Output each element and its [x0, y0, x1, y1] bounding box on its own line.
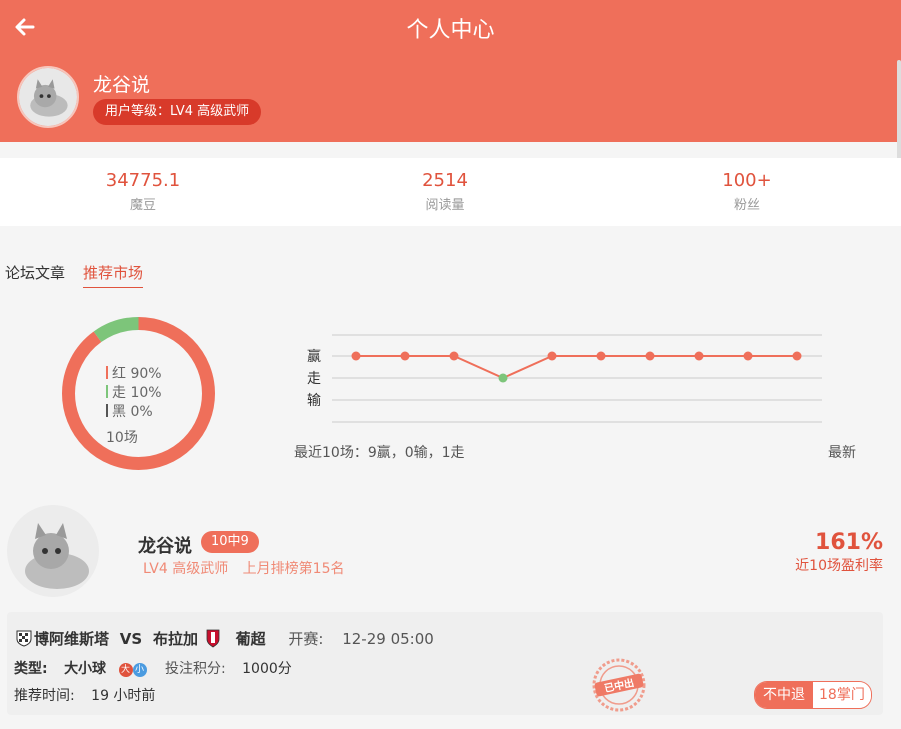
result-point [792, 351, 802, 361]
type-value: 大小球 [64, 661, 107, 677]
result-point [743, 351, 753, 361]
y-tick-label: 赢 [307, 348, 321, 365]
result-point [547, 351, 557, 361]
stats-bar: 34775.1 魔豆 2514 阅读量 100+ 粉丝 [0, 158, 901, 226]
profit-rate-label: 近10场盈利率 [795, 558, 883, 574]
tab-forum-articles[interactable]: 论坛文章 [5, 262, 65, 287]
result-point [351, 351, 361, 361]
hit-stamp-icon: 已中出 [592, 658, 646, 712]
result-point [498, 373, 508, 383]
scrollbar[interactable] [897, 60, 901, 170]
avatar[interactable] [17, 66, 79, 128]
stat-label: 阅读量 [425, 198, 465, 213]
stat-value: 2514 [422, 170, 468, 191]
vs-label: VS [119, 630, 143, 648]
expert-meta: LV4 高级武师 上月排榜第15名 [143, 558, 344, 578]
legend-item-draw: 走 10% [106, 384, 162, 403]
stat-reads[interactable]: 2514 阅读量 [345, 170, 545, 213]
under-icon: 小 [132, 663, 147, 677]
points-value: 1000分 [242, 661, 292, 677]
stat-value: 100+ [722, 170, 772, 191]
stat-label: 魔豆 [129, 198, 156, 213]
stat-value: 34775.1 [105, 170, 181, 191]
result-point [449, 351, 459, 361]
user-name: 龙谷说 [93, 74, 151, 96]
y-tick-label: 输 [307, 393, 321, 409]
match-count: 10场 [106, 430, 138, 446]
league: 葡超 [235, 630, 266, 648]
recommendation-card[interactable]: 博阿维斯塔 VS 布拉加 葡超 开赛: 12-29 05:00 类型: 大小球 … [7, 612, 883, 715]
away-team: 布拉加 [153, 630, 199, 648]
result-point [400, 351, 410, 361]
match-line: 博阿维斯塔 VS 布拉加 葡超 开赛: 12-29 05:00 [14, 628, 434, 649]
chart-newest-label: 最新 [828, 445, 856, 461]
home-team: 博阿维斯塔 [34, 630, 110, 648]
chart-summary: 最近10场：9赢，0输，1走 [294, 445, 465, 461]
legend-item-win: 红 90% [106, 365, 162, 384]
result-point [694, 351, 704, 361]
stat-modou[interactable]: 34775.1 魔豆 [43, 170, 243, 213]
stat-fans[interactable]: 100+ 粉丝 [647, 170, 847, 213]
user-level-badge: 用户等级：LV4 高级武师 [93, 99, 262, 125]
time-label: 推荐时间: [14, 688, 75, 704]
type-label: 类型: [14, 661, 48, 677]
result-line [356, 355, 797, 380]
y-tick-label: 走 [307, 371, 321, 387]
profit-rate: 161% 近10场盈利率 [795, 530, 883, 575]
points-label: 投注积分: [164, 661, 226, 677]
purchase-button[interactable]: 不中退 18掌门 [754, 681, 872, 709]
page-title: 个人中心 [406, 18, 495, 43]
over-icon: 大 [118, 663, 133, 677]
tab-recommend-market[interactable]: 推荐市场 [83, 262, 144, 288]
profile-header: 个人中心 龙谷说 用户等级：LV4 高级武师 [0, 0, 901, 142]
time-value: 19 小时前 [91, 688, 156, 704]
kickoff-label: 开赛: [288, 630, 324, 648]
expert-rank: 上月排榜第15名 [242, 561, 345, 577]
bet-info: 类型: 大小球 大小 投注积分: 1000分 [14, 658, 292, 678]
away-team-crest-icon [206, 629, 220, 648]
hit-rate-badge: 10中9 [201, 531, 259, 553]
legend-item-loss: 黑 0% [106, 403, 162, 422]
result-point [596, 351, 606, 361]
expert-name: 龙谷说 [138, 536, 192, 557]
kickoff-time: 12-29 05:00 [342, 630, 434, 648]
donut-legend: 红 90% 走 10% 黑 0% 10场 [106, 365, 162, 448]
profit-rate-value: 161% [815, 530, 883, 555]
expert-avatar[interactable] [7, 505, 99, 597]
expert-level: LV4 高级武师 [143, 561, 229, 577]
refund-label: 不中退 [755, 682, 813, 708]
result-point [645, 351, 655, 361]
price-label: 18掌门 [813, 682, 871, 708]
recommend-time: 推荐时间: 19 小时前 [14, 685, 155, 705]
home-team-crest-icon [16, 630, 32, 647]
stat-label: 粉丝 [733, 198, 760, 213]
